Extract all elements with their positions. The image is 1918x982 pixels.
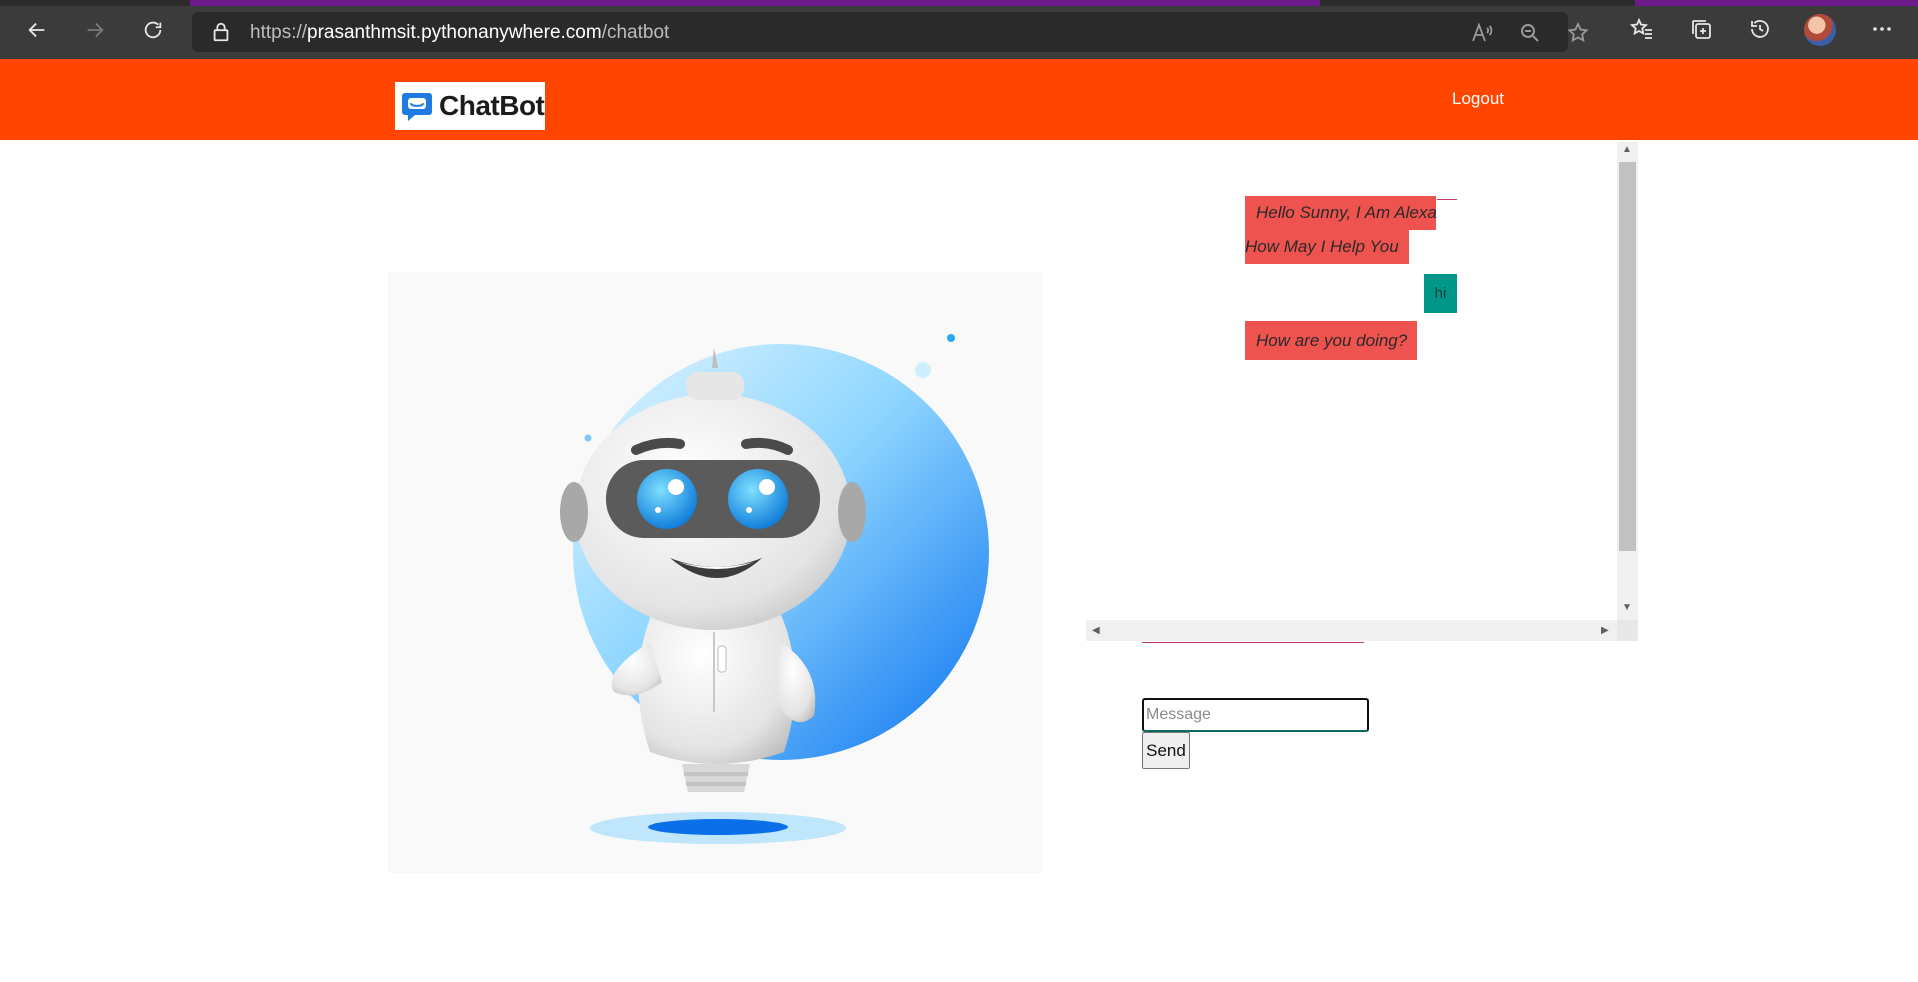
- chatbot-logo[interactable]: ChatBot: [395, 82, 545, 130]
- profile-avatar[interactable]: [1804, 14, 1836, 46]
- bot-message-continued: How May I Help You: [1245, 230, 1409, 264]
- chat-bottom-divider: [1142, 642, 1364, 643]
- back-button[interactable]: [20, 13, 54, 47]
- history-icon: [1751, 20, 1769, 38]
- forward-icon: [87, 22, 104, 38]
- scroll-down-icon[interactable]: ▼: [1622, 602, 1632, 613]
- more-button[interactable]: [1867, 14, 1897, 44]
- collections-button[interactable]: [1686, 14, 1716, 44]
- favorites-button[interactable]: [1627, 14, 1657, 44]
- read-aloud-icon[interactable]: [1470, 21, 1494, 45]
- zoom-out-icon[interactable]: [1518, 21, 1542, 45]
- history-button[interactable]: [1745, 14, 1775, 44]
- refresh-button[interactable]: [136, 13, 170, 47]
- vertical-scroll-thumb[interactable]: [1619, 162, 1636, 551]
- message-input[interactable]: [1142, 698, 1369, 732]
- url-text[interactable]: https://prasanthmsit.pythonanywhere.com/…: [250, 22, 669, 44]
- site-header: [0, 59, 1918, 140]
- lock-icon[interactable]: [210, 21, 232, 43]
- logo-text: ChatBot: [439, 90, 545, 121]
- bot-message: Hello Sunny, I Am Alexa: [1245, 196, 1437, 230]
- add-favorite-icon[interactable]: [1566, 21, 1590, 45]
- refresh-icon: [144, 21, 162, 39]
- back-icon: [28, 22, 45, 38]
- collections-icon: [1692, 20, 1711, 39]
- scrollbar-corner: [1617, 620, 1638, 641]
- active-tab[interactable]: [190, 0, 1320, 6]
- user-message: hi: [1424, 274, 1457, 313]
- scroll-up-icon[interactable]: ▲: [1622, 144, 1632, 155]
- favorites-icon: [1630, 17, 1652, 39]
- user-message-text: hi: [1434, 285, 1447, 302]
- horizontal-scrollbar[interactable]: [1086, 620, 1617, 641]
- bot-message: How are you doing?: [1245, 321, 1417, 360]
- browser-toolbar: https://prasanthmsit.pythonanywhere.com/…: [0, 0, 1918, 59]
- logout-link[interactable]: Logout: [1452, 89, 1504, 109]
- address-bar[interactable]: https://prasanthmsit.pythonanywhere.com/…: [192, 12, 1589, 52]
- url-host: prasanthmsit.pythonanywhere.com: [307, 22, 602, 43]
- bot-message-text: Hello Sunny, I Am Alexa: [1256, 203, 1437, 222]
- bot-message-text: How are you doing?: [1256, 331, 1408, 350]
- more-icon: [1873, 27, 1891, 31]
- url-prefix: https://: [250, 22, 308, 43]
- chat-divider: [1437, 199, 1457, 200]
- tab-strip-right: [1635, 0, 1918, 6]
- scroll-left-icon[interactable]: ◀: [1092, 625, 1100, 636]
- url-path: /chatbot: [601, 22, 670, 43]
- send-button[interactable]: Send: [1142, 732, 1190, 769]
- scroll-right-icon[interactable]: ▶: [1601, 625, 1609, 636]
- chat-bubble-icon: [401, 90, 433, 122]
- bot-message-text: How May I Help You: [1245, 237, 1399, 256]
- robot-illustration: [388, 272, 1042, 873]
- forward-button[interactable]: [78, 13, 112, 47]
